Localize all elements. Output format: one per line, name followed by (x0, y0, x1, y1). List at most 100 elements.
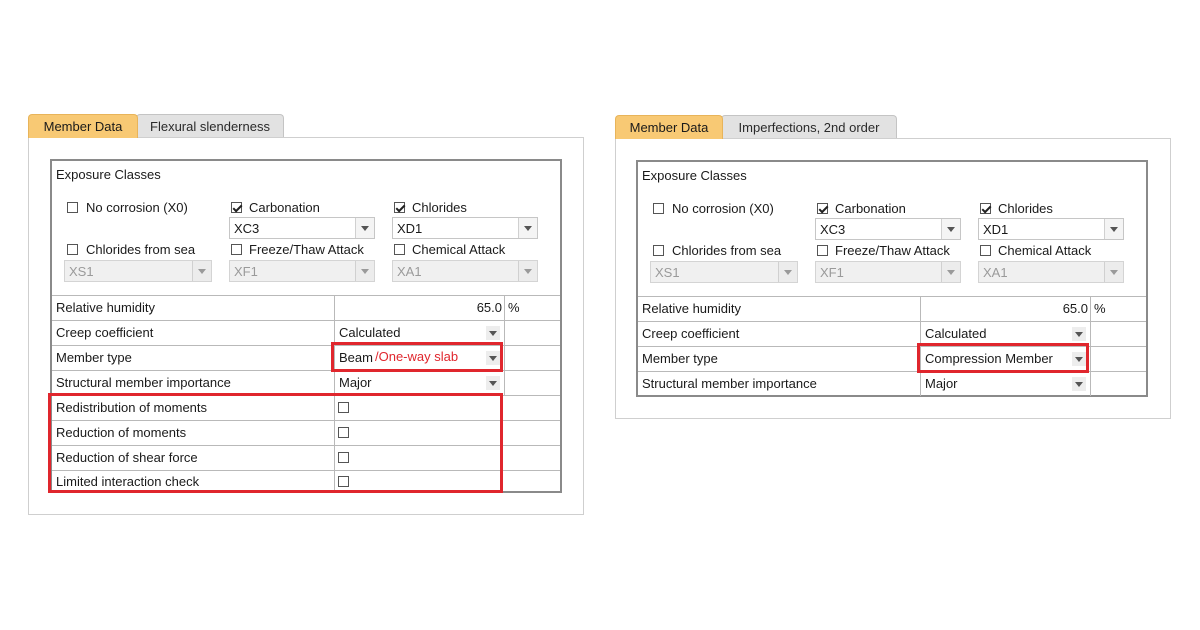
chevron-down-icon[interactable] (1072, 327, 1086, 341)
structural-importance-value[interactable]: Major (925, 376, 958, 391)
chlorides-sea-label: Chlorides from sea (672, 243, 782, 258)
relative-humidity-value[interactable]: 65.0 (1063, 301, 1088, 316)
row-relative-humidity: Relative humidity 65.0 % (638, 296, 1146, 321)
structural-importance-label: Structural member importance (56, 375, 231, 390)
carbonation-value: XC3 (234, 221, 260, 236)
creep-coefficient-label: Creep coefficient (56, 325, 154, 340)
chevron-down-icon[interactable] (355, 218, 374, 238)
row-reduction-shear: Reduction of shear force (52, 445, 560, 470)
chevron-down-icon (778, 262, 797, 282)
freeze-thaw-select: XF1 (815, 261, 961, 283)
tab-imperfections-2nd-order[interactable]: Imperfections, 2nd order (721, 115, 897, 139)
no-corrosion-checkbox[interactable] (653, 203, 664, 214)
tab-flexural-slenderness[interactable]: Flexural slenderness (136, 114, 284, 138)
chlorides-label: Chlorides (412, 200, 467, 215)
chevron-down-icon[interactable] (941, 219, 960, 239)
limited-interaction-label: Limited interaction check (56, 474, 200, 489)
chevron-down-icon[interactable] (486, 351, 500, 365)
relative-humidity-label: Relative humidity (56, 300, 155, 315)
tab-member-data[interactable]: Member Data (615, 115, 723, 139)
chlorides-sea-checkbox[interactable] (653, 245, 664, 256)
carbonation-label: Carbonation (835, 201, 906, 216)
row-limited-interaction: Limited interaction check (52, 470, 560, 492)
limited-interaction-checkbox[interactable] (338, 476, 349, 487)
chemical-attack-checkbox[interactable] (394, 244, 405, 255)
tab-member-data[interactable]: Member Data (28, 114, 138, 138)
chlorides-select[interactable]: XD1 (392, 217, 538, 239)
carbonation-checkbox[interactable] (231, 202, 242, 213)
structural-importance-label: Structural member importance (642, 376, 817, 391)
row-relative-humidity: Relative humidity 65.0 % (52, 295, 560, 320)
member-type-value[interactable]: Compression Member (925, 351, 1053, 366)
chlorides-sea-checkbox[interactable] (67, 244, 78, 255)
carbonation-checkbox[interactable] (817, 203, 828, 214)
reduction-moments-checkbox[interactable] (338, 427, 349, 438)
chlorides-sea-select: XS1 (64, 260, 212, 282)
row-structural-importance: Structural member importance Major (638, 371, 1146, 396)
chevron-down-icon (1104, 262, 1123, 282)
chlorides-checkbox[interactable] (394, 202, 405, 213)
chlorides-select[interactable]: XD1 (978, 218, 1124, 240)
chlorides-sea-select: XS1 (650, 261, 798, 283)
chlorides-sea-value: XS1 (655, 265, 680, 280)
exposure-classes-title: Exposure Classes (56, 167, 161, 182)
freeze-thaw-checkbox[interactable] (231, 244, 242, 255)
carbonation-value: XC3 (820, 222, 846, 237)
left-member-grid: Exposure Classes No corrosion (X0) Carbo… (50, 159, 562, 493)
reduction-moments-label: Reduction of moments (56, 425, 187, 440)
row-reduction-moments: Reduction of moments (52, 420, 560, 445)
chlorides-value: XD1 (397, 221, 423, 236)
member-type-annotation: /One-way slab (375, 349, 459, 364)
redistribution-label: Redistribution of moments (56, 400, 208, 415)
chemical-attack-label: Chemical Attack (412, 242, 506, 257)
relative-humidity-unit: % (1094, 301, 1106, 316)
member-type-label: Member type (642, 351, 718, 366)
chemical-attack-value: XA1 (983, 265, 1008, 280)
relative-humidity-unit: % (508, 300, 520, 315)
reduction-shear-checkbox[interactable] (338, 452, 349, 463)
chevron-down-icon (355, 261, 374, 281)
row-member-type: Member type Compression Member (638, 346, 1146, 371)
creep-coefficient-label: Creep coefficient (642, 326, 740, 341)
redistribution-checkbox[interactable] (338, 402, 349, 413)
chemical-attack-value: XA1 (397, 264, 422, 279)
chemical-attack-label: Chemical Attack (998, 243, 1092, 258)
member-type-label: Member type (56, 350, 132, 365)
freeze-thaw-label: Freeze/Thaw Attack (249, 242, 364, 257)
row-redistribution: Redistribution of moments (52, 395, 560, 420)
row-creep-coefficient: Creep coefficient Calculated (638, 321, 1146, 346)
row-creep-coefficient: Creep coefficient Calculated (52, 320, 560, 345)
relative-humidity-value[interactable]: 65.0 (477, 300, 502, 315)
freeze-thaw-value: XF1 (234, 264, 258, 279)
chlorides-checkbox[interactable] (980, 203, 991, 214)
chemical-attack-select: XA1 (978, 261, 1124, 283)
creep-coefficient-value[interactable]: Calculated (925, 326, 986, 341)
creep-coefficient-value[interactable]: Calculated (339, 325, 400, 340)
chevron-down-icon (518, 261, 537, 281)
freeze-thaw-checkbox[interactable] (817, 245, 828, 256)
carbonation-label: Carbonation (249, 200, 320, 215)
structural-importance-value[interactable]: Major (339, 375, 372, 390)
no-corrosion-label: No corrosion (X0) (672, 201, 774, 216)
member-type-value[interactable]: Beam (339, 350, 373, 365)
row-structural-importance: Structural member importance Major (52, 370, 560, 395)
exposure-classes-title: Exposure Classes (642, 168, 747, 183)
chevron-down-icon[interactable] (1104, 219, 1123, 239)
carbonation-select[interactable]: XC3 (229, 217, 375, 239)
no-corrosion-label: No corrosion (X0) (86, 200, 188, 215)
chevron-down-icon[interactable] (1072, 377, 1086, 391)
reduction-shear-label: Reduction of shear force (56, 450, 198, 465)
chevron-down-icon[interactable] (486, 376, 500, 390)
right-member-grid: Exposure Classes No corrosion (X0) Carbo… (636, 160, 1148, 397)
relative-humidity-label: Relative humidity (642, 301, 741, 316)
freeze-thaw-value: XF1 (820, 265, 844, 280)
chevron-down-icon[interactable] (486, 326, 500, 340)
chevron-down-icon[interactable] (518, 218, 537, 238)
carbonation-select[interactable]: XC3 (815, 218, 961, 240)
chemical-attack-checkbox[interactable] (980, 245, 991, 256)
chevron-down-icon (192, 261, 211, 281)
chevron-down-icon[interactable] (1072, 352, 1086, 366)
freeze-thaw-label: Freeze/Thaw Attack (835, 243, 950, 258)
row-member-type: Member type Beam /One-way slab (52, 345, 560, 370)
no-corrosion-checkbox[interactable] (67, 202, 78, 213)
